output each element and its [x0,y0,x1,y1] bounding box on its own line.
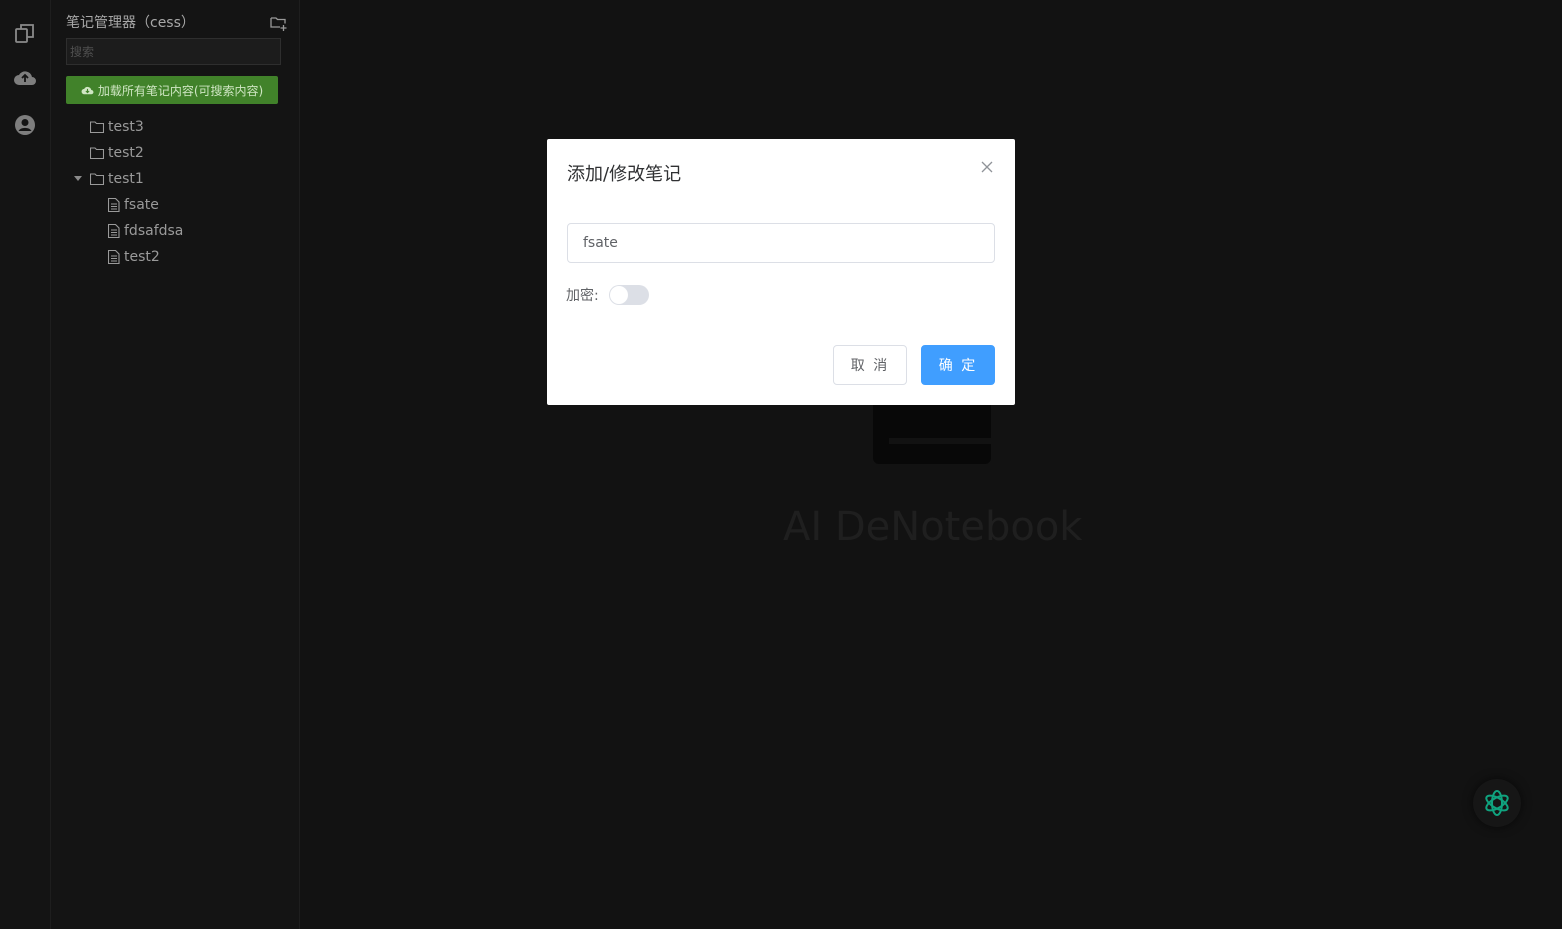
note-name-input[interactable] [567,223,995,263]
dialog-overlay: 添加/修改笔记 加密: 取 消 确 定 [0,0,1562,929]
close-icon[interactable] [979,159,995,175]
openai-logo-icon [1485,790,1509,816]
ai-assistant-button[interactable] [1473,779,1521,827]
cancel-button[interactable]: 取 消 [833,345,907,385]
encrypt-toggle[interactable] [609,285,649,305]
toggle-knob [610,286,628,304]
confirm-button[interactable]: 确 定 [921,345,995,385]
encrypt-label: 加密: [566,288,599,304]
dialog-title: 添加/修改笔记 [567,164,682,185]
